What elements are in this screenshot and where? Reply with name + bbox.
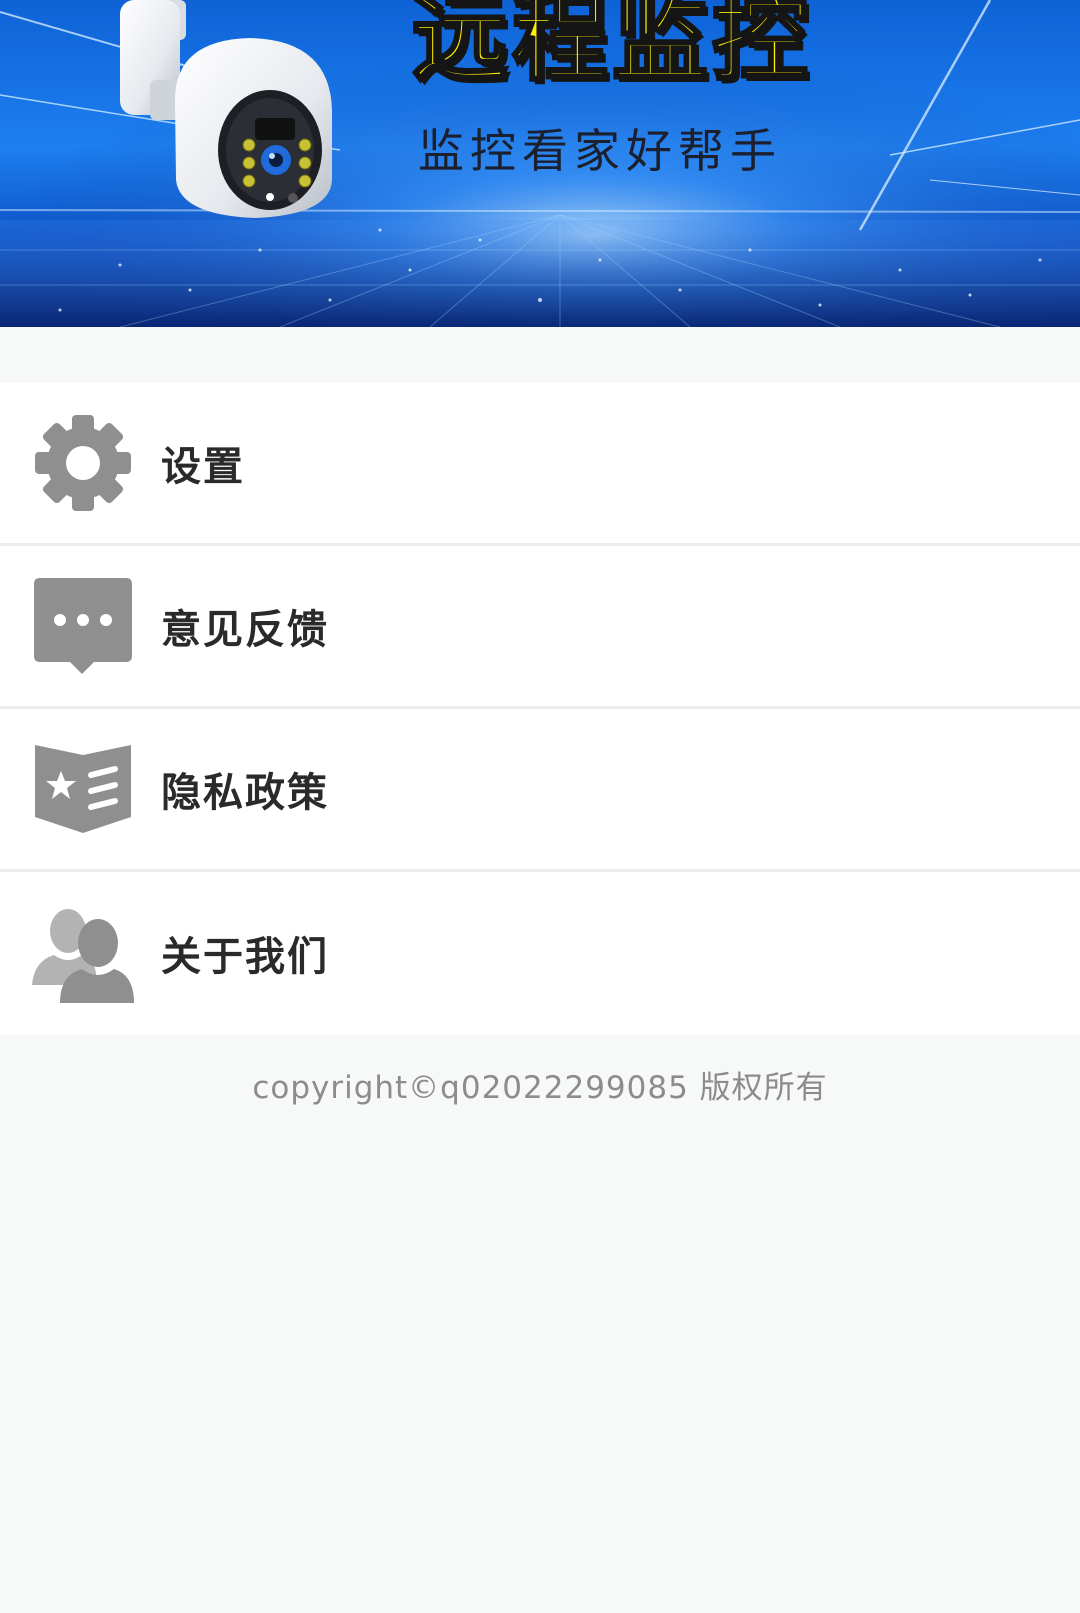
menu-label-privacy: 隐私政策 — [161, 770, 329, 816]
banner-image: 远程监控 监控看家好帮手 — [0, 0, 1080, 327]
menu-item-feedback[interactable]: 意见反馈 — [0, 546, 1080, 709]
privacy-book-icon — [32, 738, 134, 840]
menu-item-about[interactable]: 关于我们 — [0, 872, 1080, 1034]
settings-menu: 设置 意见反馈 隐私政策 关于我们 — [0, 383, 1080, 1034]
menu-label-feedback: 意见反馈 — [161, 607, 329, 653]
gear-icon — [32, 412, 134, 514]
copyright-text: copyright©q02022299085 版权所有 — [252, 1070, 828, 1106]
menu-item-privacy[interactable]: 隐私政策 — [0, 709, 1080, 872]
page: 远程监控 监控看家好帮手 设置 意见反馈 隐私政策 关于我们 copyright… — [0, 0, 1080, 1613]
banner-subtitle: 监控看家好帮手 — [418, 124, 782, 178]
menu-item-settings[interactable]: 设置 — [0, 383, 1080, 546]
menu-label-about: 关于我们 — [161, 934, 329, 980]
banner-title: 远程监控 — [411, 0, 812, 96]
chat-bubble-icon — [32, 575, 134, 677]
menu-label-settings: 设置 — [161, 444, 245, 490]
users-icon — [32, 902, 134, 1004]
